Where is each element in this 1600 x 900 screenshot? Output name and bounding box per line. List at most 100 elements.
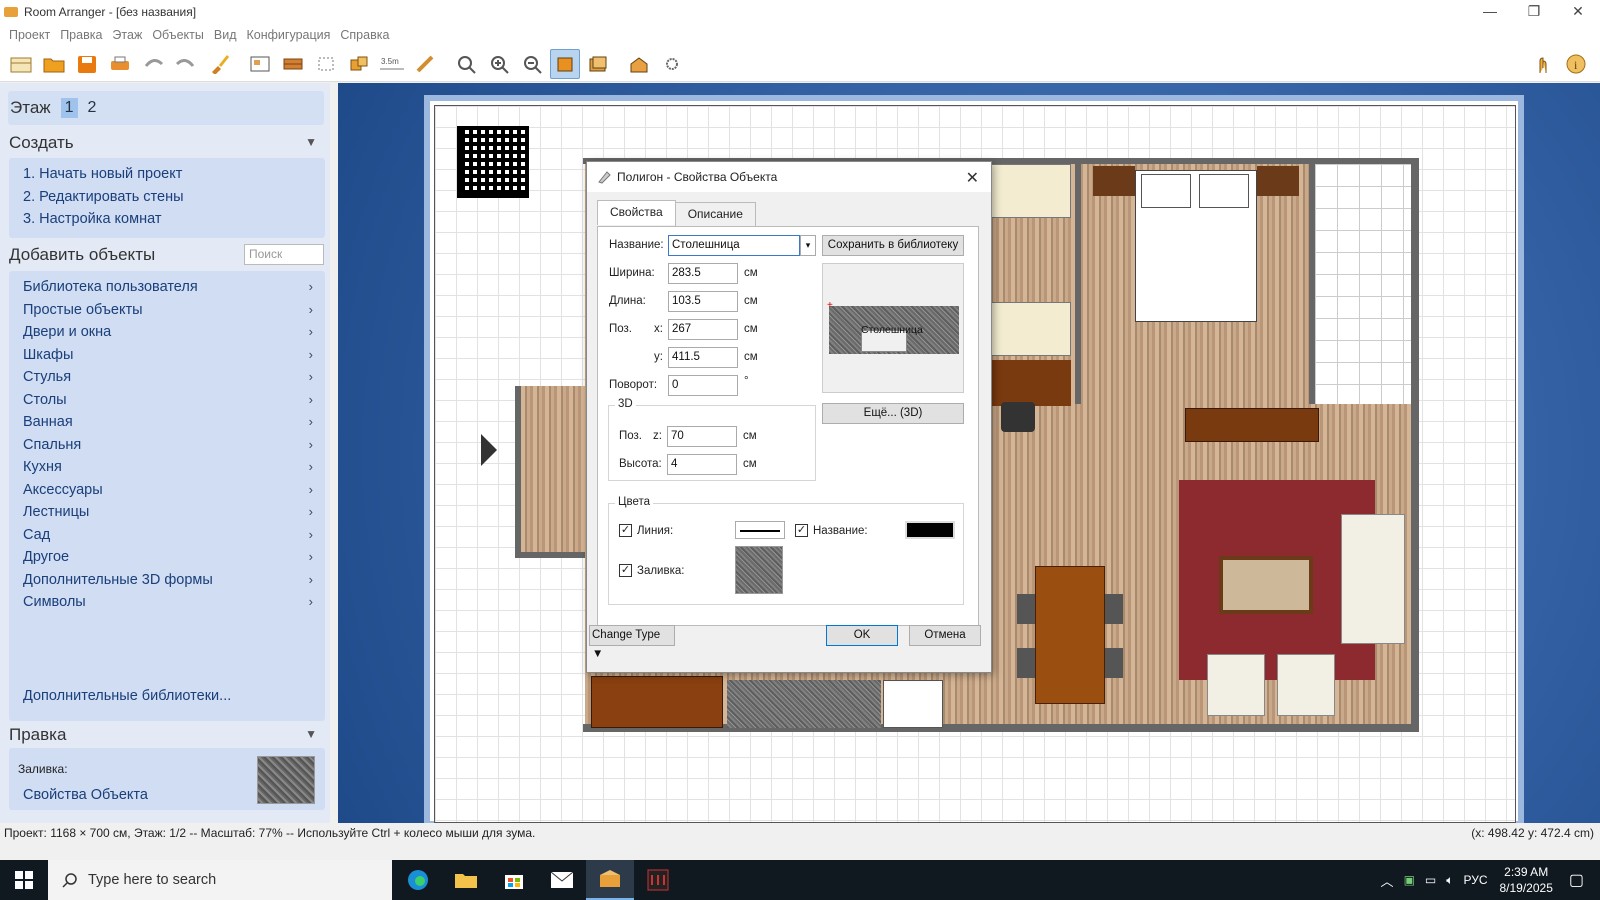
category-other[interactable]: Другое › (9, 546, 325, 569)
name-color-swatch[interactable] (905, 521, 955, 539)
tab-properties[interactable]: Свойства (597, 200, 676, 225)
draw-button[interactable] (410, 49, 440, 79)
close-window-button[interactable]: ✕ (1556, 0, 1600, 24)
fill-checkbox[interactable]: ✓ (619, 564, 632, 577)
category-symbols[interactable]: Символы › (9, 591, 325, 614)
rooms-button[interactable] (278, 49, 308, 79)
z-input[interactable]: 70 (667, 426, 737, 447)
store-taskbar-button[interactable] (490, 860, 538, 900)
x-input[interactable]: 267 (668, 319, 738, 340)
menu-objects[interactable]: Объекты (147, 28, 209, 42)
new-project-button[interactable] (6, 49, 36, 79)
floor-tab-2[interactable]: 2 (84, 98, 101, 118)
create-title: Создать (9, 133, 74, 152)
category-bathroom[interactable]: Ванная › (9, 411, 325, 434)
menu-edit[interactable]: Правка (55, 28, 107, 42)
category-3d-shapes[interactable]: Дополнительные 3D формы › (9, 569, 325, 592)
edit-walls-button[interactable] (245, 49, 275, 79)
name-input[interactable]: Столешница (668, 235, 800, 256)
category-cabinets[interactable]: Шкафы › (9, 344, 325, 367)
clock[interactable]: 2:39 AM 8/19/2025 (1499, 864, 1552, 896)
view-2d-button[interactable] (550, 48, 580, 79)
select-button[interactable] (311, 49, 341, 79)
edit-walls-link[interactable]: 2. Редактировать стены (9, 186, 325, 209)
category-chairs[interactable]: Стулья › (9, 366, 325, 389)
volume-icon[interactable]: 🔈︎ (1446, 873, 1453, 888)
view-layers-button[interactable] (583, 49, 613, 79)
name-dropdown-arrow-icon[interactable]: ▾ (800, 235, 816, 256)
hand-tool-button[interactable] (1528, 49, 1558, 79)
y-input[interactable]: 411.5 (668, 347, 738, 368)
collapse-arrow-icon[interactable]: ▼ (305, 135, 317, 149)
room-arranger-taskbar-button[interactable] (586, 860, 634, 900)
floor-tab-1[interactable]: 1 (60, 98, 78, 118)
edge-taskbar-button[interactable] (394, 860, 442, 900)
fill-texture-swatch[interactable] (735, 546, 783, 594)
line-color-swatch[interactable] (735, 521, 785, 539)
network-app-icon[interactable]: ▣ (1404, 873, 1415, 887)
category-tables[interactable]: Столы › (9, 389, 325, 412)
fill-swatch[interactable] (257, 756, 315, 804)
tray-expand-icon[interactable]: ︿ (1381, 871, 1394, 890)
start-button[interactable] (0, 860, 48, 900)
name-color-checkbox[interactable]: ✓ (795, 524, 808, 537)
redo-button[interactable] (171, 49, 201, 79)
change-type-button[interactable]: Change Type ▼ (589, 625, 675, 660)
start-new-project-link[interactable]: 1. Начать новый проект (9, 163, 325, 186)
category-kitchen[interactable]: Кухня › (9, 456, 325, 479)
more-3d-button[interactable]: Ещё... (3D) (822, 403, 964, 424)
menu-help[interactable]: Справка (335, 28, 394, 42)
maximize-button[interactable]: ❐ (1512, 0, 1556, 24)
category-garden[interactable]: Сад › (9, 524, 325, 547)
category-bedroom[interactable]: Спальня › (9, 434, 325, 457)
menu-configuration[interactable]: Конфигурация (242, 28, 336, 42)
paint-button[interactable] (204, 49, 234, 79)
ok-button[interactable]: OK (826, 625, 898, 646)
length-input[interactable]: 103.5 (668, 291, 738, 312)
dialog-close-icon[interactable]: ✕ (966, 168, 979, 188)
menu-floor[interactable]: Этаж (107, 28, 147, 42)
menu-view[interactable]: Вид (209, 28, 242, 42)
category-user-library[interactable]: Библиотека пользователя › (9, 276, 325, 299)
more-libraries-link[interactable]: Дополнительные библиотеки... (9, 685, 231, 708)
taskbar-search-input[interactable]: Type here to search (48, 860, 392, 900)
terminal-taskbar-button[interactable] (634, 860, 682, 900)
create-section-header[interactable]: Создать ▼ (9, 133, 321, 153)
category-simple-objects[interactable]: Простые объекты › (9, 299, 325, 322)
measure-button[interactable]: 3.5m (377, 49, 407, 79)
properties-tab-panel: Название: Столешница ▾ Сохранить в библи… (597, 226, 979, 626)
object-properties-link[interactable]: Свойства Объекта (9, 784, 148, 807)
collapse-arrow-icon[interactable]: ▼ (305, 727, 317, 741)
line-color-checkbox[interactable]: ✓ (619, 524, 632, 537)
objects-button[interactable] (344, 49, 374, 79)
edit-section-header[interactable]: Правка ▼ (9, 725, 321, 745)
explorer-taskbar-button[interactable] (442, 860, 490, 900)
notifications-icon[interactable]: ▢ (1569, 870, 1584, 890)
zoom-fit-button[interactable] (451, 49, 481, 79)
info-button[interactable]: i (1561, 49, 1591, 79)
width-input[interactable]: 283.5 (668, 263, 738, 284)
save-button[interactable] (72, 49, 102, 79)
category-doors-windows[interactable]: Двери и окна › (9, 321, 325, 344)
room-settings-link[interactable]: 3. Настройка комнат (9, 208, 325, 231)
print-button[interactable] (105, 49, 135, 79)
minimize-button[interactable]: — (1468, 0, 1512, 24)
wifi-icon[interactable]: ▭ (1425, 873, 1436, 887)
rotation-input[interactable]: 0 (668, 375, 738, 396)
settings-button[interactable] (657, 49, 687, 79)
open-button[interactable] (39, 49, 69, 79)
category-accessories[interactable]: Аксессуары › (9, 479, 325, 502)
menu-project[interactable]: Проект (4, 28, 55, 42)
cancel-button[interactable]: Отмена (909, 625, 981, 646)
mail-taskbar-button[interactable] (538, 860, 586, 900)
save-to-library-button[interactable]: Сохранить в библиотеку (822, 235, 964, 256)
tab-description[interactable]: Описание (674, 202, 756, 227)
undo-button[interactable] (138, 49, 168, 79)
category-stairs[interactable]: Лестницы › (9, 501, 325, 524)
search-input[interactable]: Поиск (244, 244, 324, 265)
view-3d-button[interactable] (624, 49, 654, 79)
input-language[interactable]: РУС (1463, 873, 1487, 887)
zoom-in-button[interactable] (484, 49, 514, 79)
zoom-out-button[interactable] (517, 49, 547, 79)
height-input[interactable]: 4 (667, 454, 737, 475)
